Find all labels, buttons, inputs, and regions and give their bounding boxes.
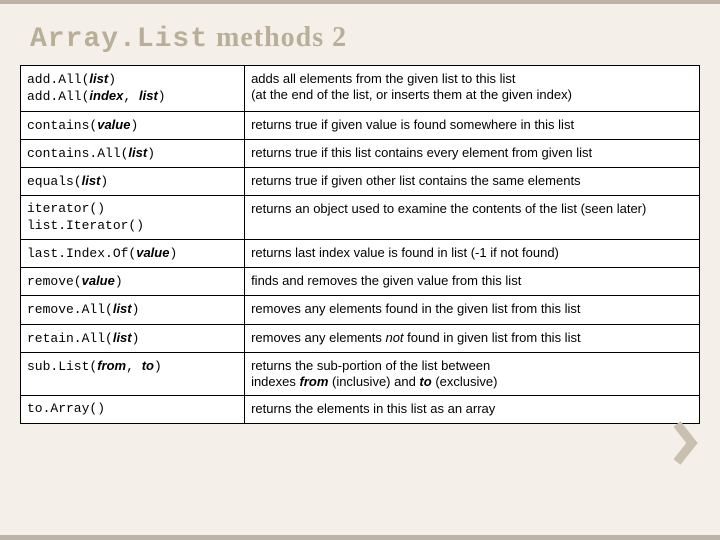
- title-mono: Array.List: [30, 24, 208, 55]
- desc-cell: returns an object used to examine the co…: [245, 196, 700, 240]
- method-cell: equals(list): [21, 168, 245, 196]
- desc-cell: removes any elements found in the given …: [245, 296, 700, 324]
- methods-table-body: add.All(list)add.All(index, list)adds al…: [21, 66, 700, 424]
- method-cell: retain.All(list): [21, 324, 245, 352]
- table-row: equals(list)returns true if given other …: [21, 168, 700, 196]
- table-row: iterator()list.Iterator()returns an obje…: [21, 196, 700, 240]
- table-row: contains(value)returns true if given val…: [21, 111, 700, 139]
- desc-cell: returns true if given other list contain…: [245, 168, 700, 196]
- chevron-right-icon: [674, 421, 702, 465]
- title-rest: methods 2: [208, 22, 347, 53]
- table-row: contains.All(list)returns true if this l…: [21, 139, 700, 167]
- table-row: add.All(list)add.All(index, list)adds al…: [21, 66, 700, 112]
- method-cell: sub.List(from, to): [21, 352, 245, 396]
- method-cell: remove.All(list): [21, 296, 245, 324]
- slide-title: Array.List methods 2: [0, 14, 720, 65]
- table-row: retain.All(list)removes any elements not…: [21, 324, 700, 352]
- desc-cell: returns true if given value is found som…: [245, 111, 700, 139]
- desc-cell: returns the sub-portion of the list betw…: [245, 352, 700, 396]
- method-cell: remove(value): [21, 268, 245, 296]
- table-row: to.Array()returns the elements in this l…: [21, 396, 700, 423]
- desc-cell: removes any elements not found in given …: [245, 324, 700, 352]
- table-row: last.Index.Of(value)returns last index v…: [21, 239, 700, 267]
- method-cell: contains(value): [21, 111, 245, 139]
- table-row: sub.List(from, to)returns the sub-portio…: [21, 352, 700, 396]
- desc-cell: finds and removes the given value from t…: [245, 268, 700, 296]
- methods-table: add.All(list)add.All(index, list)adds al…: [20, 65, 700, 424]
- desc-cell: adds all elements from the given list to…: [245, 66, 700, 112]
- desc-cell: returns the elements in this list as an …: [245, 396, 700, 423]
- method-cell: add.All(list)add.All(index, list): [21, 66, 245, 112]
- table-row: remove(value)finds and removes the given…: [21, 268, 700, 296]
- method-cell: to.Array(): [21, 396, 245, 423]
- method-cell: iterator()list.Iterator(): [21, 196, 245, 240]
- desc-cell: returns true if this list contains every…: [245, 139, 700, 167]
- method-cell: contains.All(list): [21, 139, 245, 167]
- desc-cell: returns last index value is found in lis…: [245, 239, 700, 267]
- table-row: remove.All(list)removes any elements fou…: [21, 296, 700, 324]
- method-cell: last.Index.Of(value): [21, 239, 245, 267]
